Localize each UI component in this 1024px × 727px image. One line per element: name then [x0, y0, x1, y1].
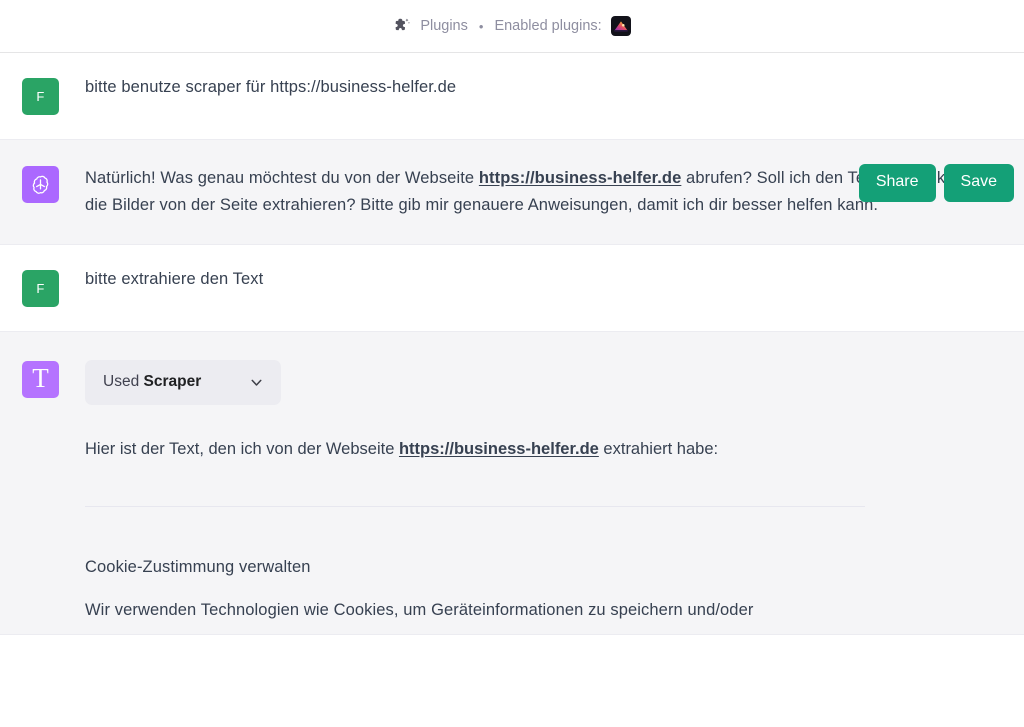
message-actions: Share Save: [858, 164, 1014, 202]
avatar-letter: F: [36, 281, 45, 297]
openai-logo-icon: [29, 173, 52, 196]
message-body: Used Scraper Hier ist der Text, den ich …: [59, 360, 1024, 623]
used-scraper-disclosure[interactable]: Used Scraper: [85, 360, 281, 406]
scraped-text-output: Cookie-Zustimmung verwalten Wir verwende…: [85, 554, 998, 623]
plugin-header-bar: Plugins • Enabled plugins:: [0, 0, 1024, 53]
message-text: bitte benutze scraper für https://busine…: [85, 78, 457, 96]
business-helfer-link[interactable]: https://business-helfer.de: [479, 169, 681, 187]
message-body: bitte benutze scraper für https://busine…: [59, 77, 1024, 115]
message-row-assistant-1: Natürlich! Was genau möchtest du von der…: [0, 139, 1024, 246]
chevron-down-icon: [248, 374, 265, 391]
message-row-plugin-1: T Used Scraper Hier ist der Text, den ic…: [0, 331, 1024, 635]
plugins-label: Plugins: [420, 18, 468, 34]
message-row-user-2: F bitte extrahiere den Text: [0, 245, 1024, 332]
avatar-user: F: [22, 270, 59, 308]
scraper-plugin-icon[interactable]: [610, 16, 631, 36]
message-text: bitte extrahiere den Text: [85, 270, 264, 289]
puzzle-icon: [393, 17, 411, 35]
used-prefix: Used: [103, 373, 144, 391]
enabled-plugins-label: Enabled plugins:: [494, 18, 602, 34]
avatar-plugin-tool: T: [22, 361, 59, 399]
avatar-assistant: [22, 166, 59, 203]
content-divider: [85, 506, 865, 508]
output-line: Cookie-Zustimmung verwalten: [85, 558, 311, 577]
message-text-part-1: Natürlich! Was genau möchtest du von der…: [85, 169, 479, 187]
message-row-user-1: F bitte benutze scraper für https://busi…: [0, 53, 1024, 139]
share-button[interactable]: Share: [858, 164, 936, 202]
used-scraper-label: Used Scraper: [103, 373, 201, 391]
avatar-letter: F: [36, 89, 45, 104]
message-body: bitte extrahiere den Text: [59, 269, 1024, 307]
tool-name: Scraper: [143, 373, 202, 391]
output-line: Wir verwenden Technologien wie Cookies, …: [85, 600, 754, 619]
header-separator: •: [478, 18, 484, 34]
business-helfer-link[interactable]: https://business-helfer.de: [399, 440, 599, 458]
save-button[interactable]: Save: [943, 164, 1014, 202]
tool-intro-text: Hier ist der Text, den ich von der Webse…: [85, 437, 998, 462]
tool-intro-part-2: extrahiert habe:: [598, 440, 719, 459]
avatar-user: F: [22, 78, 59, 115]
tool-intro-part-1: Hier ist der Text, den ich von der Webse…: [85, 440, 399, 459]
avatar-letter: T: [32, 363, 49, 394]
conversation-thread: F bitte benutze scraper für https://busi…: [0, 53, 1024, 635]
